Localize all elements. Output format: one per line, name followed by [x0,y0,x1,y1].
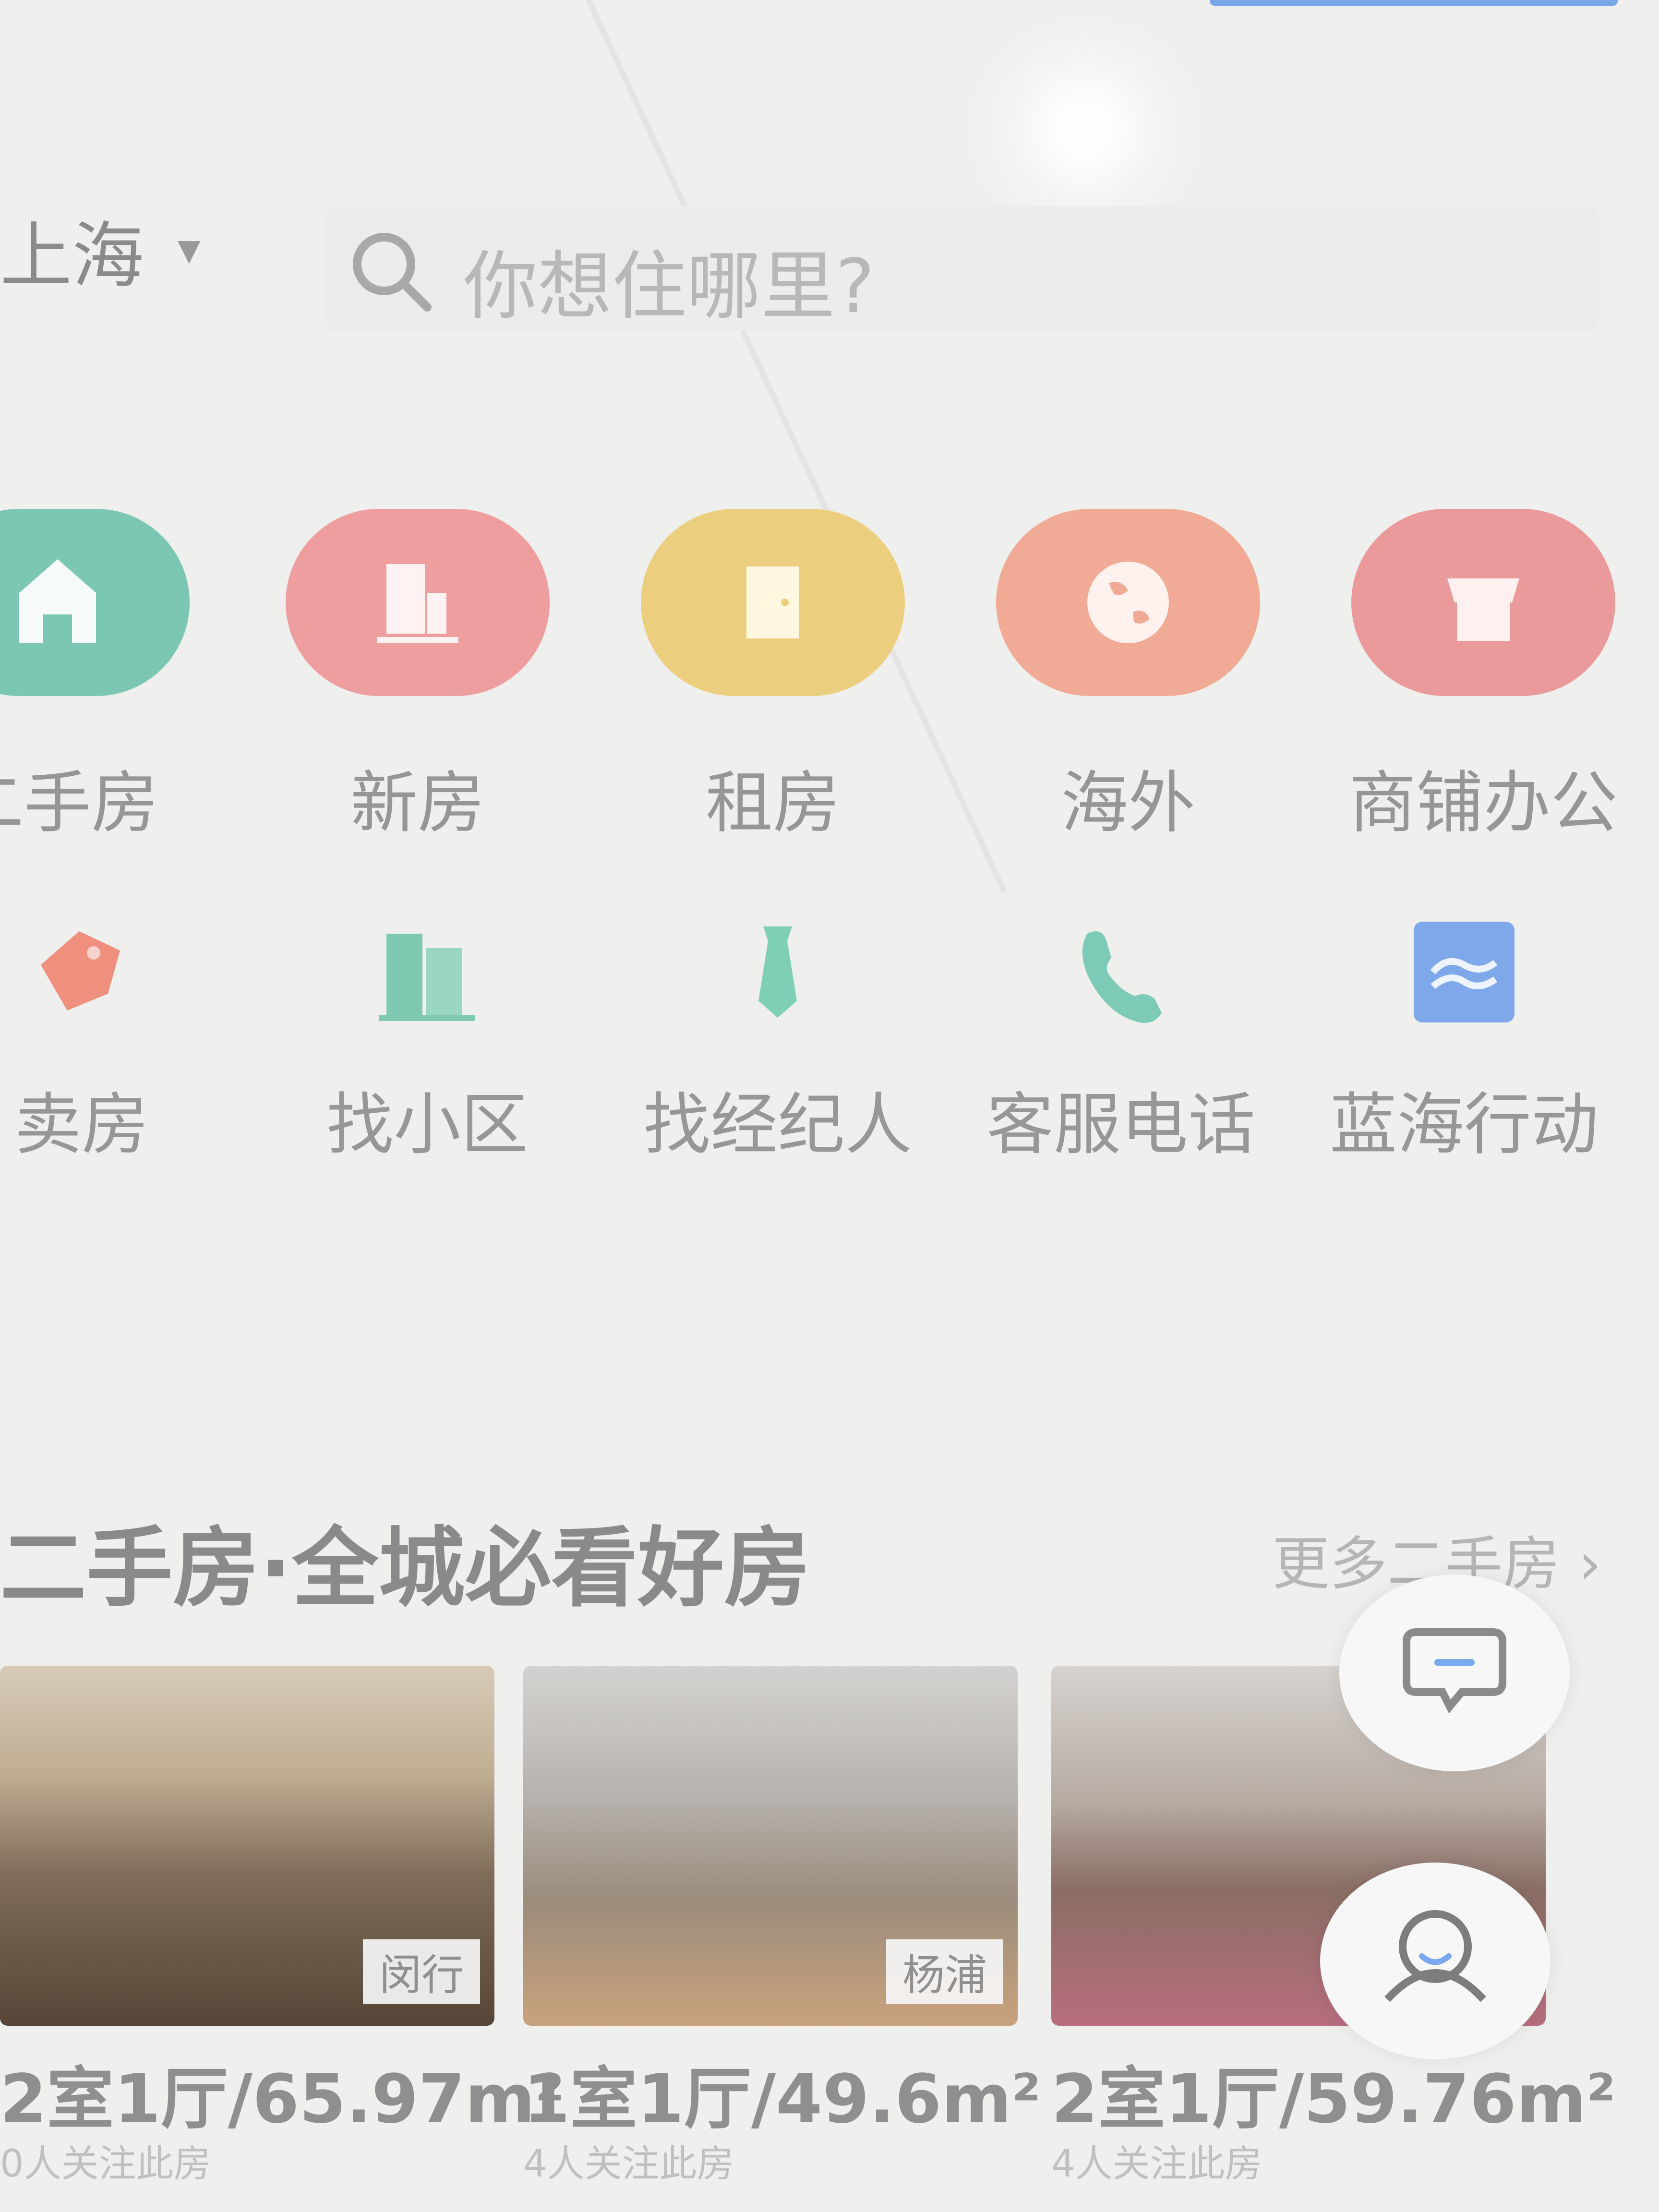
listing-meta: 4人关注此房 [1051,2142,1262,2186]
community-icon [379,934,475,1021]
chat-icon [1403,1628,1506,1714]
category-second-hand[interactable]: 二手房 [0,509,197,842]
tool-find-community[interactable]: 找小区 [283,912,571,1181]
tool-customer-service[interactable]: 客服电话 [977,912,1265,1181]
search-input[interactable]: 你想住哪里? [326,206,1599,331]
globe-icon [996,509,1260,696]
city-name: 上海 [0,214,144,298]
listing-layout: 2室1厅/59.76m² [1051,2060,1616,2139]
district-tag: 闵行 [362,1939,480,2004]
category-label: 商铺办公 [1348,764,1618,842]
tool-find-agent[interactable]: 找经纪人 [634,912,922,1181]
category-label: 新房 [350,764,485,842]
listing-card[interactable]: 闵行 2室1厅/65.97m² 0人关注此房 [0,1666,565,2212]
tag-icon [41,931,120,1010]
chevron-down-icon: ▼ [178,232,201,267]
blue-sea-icon [1414,922,1515,1022]
profile-button[interactable] [1320,1863,1551,2059]
category-overseas[interactable]: 海外 [989,509,1267,842]
district-tag: 杨浦 [886,1939,1003,2004]
listing-meta: 0人关注此房 [0,2142,211,2186]
category-label: 海外 [1060,764,1195,842]
category-label: 二手房 [0,764,158,842]
tool-label: 找经纪人 [643,1086,912,1164]
city-selector[interactable]: 上海 ▼ [0,206,201,298]
store-icon [1351,509,1615,696]
search-icon [353,233,432,312]
phone-icon [1082,931,1162,1023]
door-icon [641,509,905,696]
agent-icon [758,926,797,1018]
search-placeholder: 你想住哪里? [463,243,875,330]
listing-layout: 2室1厅/65.97m² [0,2060,565,2139]
top-accent-bar [1210,0,1618,6]
tool-sell[interactable]: 卖房 [0,912,226,1181]
listing-layout: 1室1厅/49.6m² [523,2060,1041,2139]
listing-meta: 4人关注此房 [523,2142,734,2186]
tool-blue-sea-action[interactable]: 蓝海行动 [1320,912,1608,1181]
category-label: 租房 [705,764,840,842]
section-title: 二手房·全城必看好房 [0,1518,811,1619]
tool-label: 客服电话 [986,1086,1255,1164]
category-new-home[interactable]: 新房 [278,509,557,842]
listing-card[interactable]: 杨浦 1室1厅/49.6m² 4人关注此房 [523,1666,1041,2212]
chat-button[interactable] [1339,1575,1570,1771]
category-rent[interactable]: 租房 [634,509,912,842]
chevron-right-icon: › [1578,1531,1601,1598]
profile-icon [1384,1910,1486,2002]
category-commercial[interactable]: 商铺办公 [1344,509,1623,842]
tool-label: 找小区 [326,1086,528,1164]
house-icon [0,509,190,696]
building-icon [286,509,550,696]
tool-label: 蓝海行动 [1329,1086,1599,1164]
tool-label: 卖房 [14,1086,149,1164]
